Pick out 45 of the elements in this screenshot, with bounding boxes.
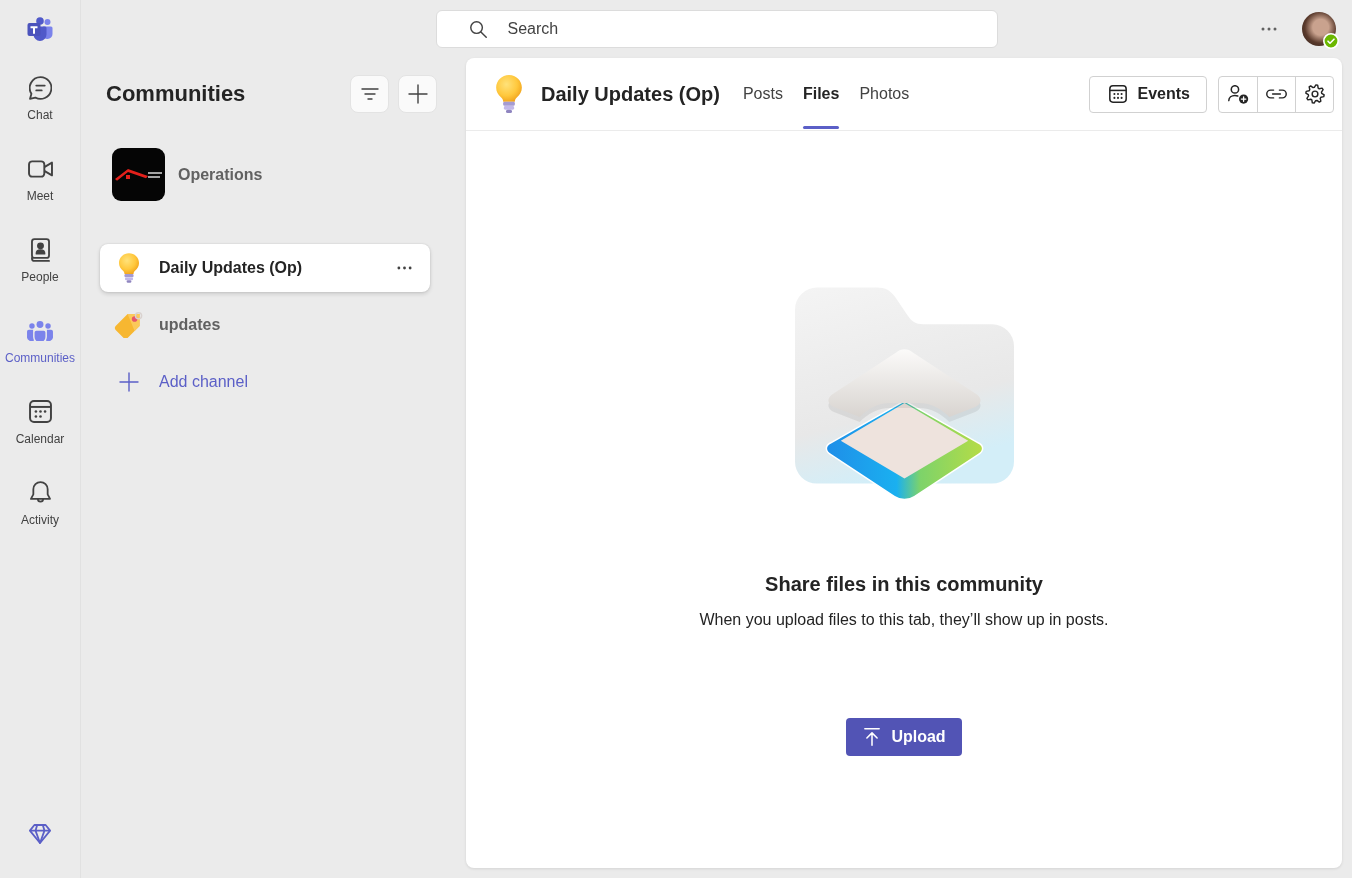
more-icon [1261, 27, 1277, 31]
community-item[interactable]: Operations [112, 148, 263, 201]
add-channel-link[interactable]: Add channel [100, 358, 430, 406]
tab[interactable]: Photos [859, 58, 910, 130]
tab[interactable]: Posts [742, 58, 783, 130]
settings-icon [1304, 84, 1325, 104]
nav-item[interactable]: Calendar [2, 382, 78, 463]
events-button[interactable]: Events [1088, 75, 1207, 113]
plus-icon [407, 84, 428, 104]
lightbulb-icon [119, 253, 139, 283]
calendar-icon [28, 400, 52, 423]
people-group-icon [27, 320, 53, 341]
contact-book-icon [30, 237, 50, 262]
bell-icon [29, 480, 51, 505]
search-field[interactable]: Search [435, 10, 998, 48]
nav-item[interactable]: Meet [2, 139, 78, 220]
pane-title: Communities [106, 81, 246, 107]
link-icon [1266, 89, 1287, 99]
roof-logo-icon [112, 148, 165, 201]
upload-icon [864, 728, 881, 746]
filter-button[interactable] [350, 75, 389, 113]
person-add-icon [1227, 84, 1249, 104]
diamond-icon[interactable] [29, 824, 51, 844]
nav-item[interactable]: Communities [2, 301, 78, 382]
channel-item[interactable]: Daily Updates (Op) [100, 244, 430, 292]
chat-icon [28, 75, 52, 100]
nav-item[interactable]: Chat [2, 58, 78, 139]
plus-icon [119, 372, 139, 392]
add-button[interactable] [398, 75, 437, 113]
tab[interactable]: Files [802, 58, 840, 130]
app-logo-icon[interactable] [27, 17, 53, 41]
calendar-icon [1108, 85, 1127, 103]
channel-item[interactable]: updates [100, 301, 430, 349]
nav-item[interactable]: Activity [2, 463, 78, 544]
video-camera-icon [27, 159, 53, 178]
upload-button[interactable]: Upload [846, 718, 962, 756]
search-icon [469, 21, 487, 38]
more-icon [396, 266, 412, 270]
channel-title: Daily Updates (Op) [541, 82, 720, 106]
empty-state-heading: Share files in this community [765, 572, 1043, 597]
tag-icon [114, 312, 144, 338]
nav-item[interactable]: People [2, 220, 78, 301]
empty-state-text: When you upload files to this tab, they’ll show up in posts. [699, 610, 1109, 630]
lightbulb-icon [496, 75, 522, 113]
filter-icon [360, 88, 379, 100]
